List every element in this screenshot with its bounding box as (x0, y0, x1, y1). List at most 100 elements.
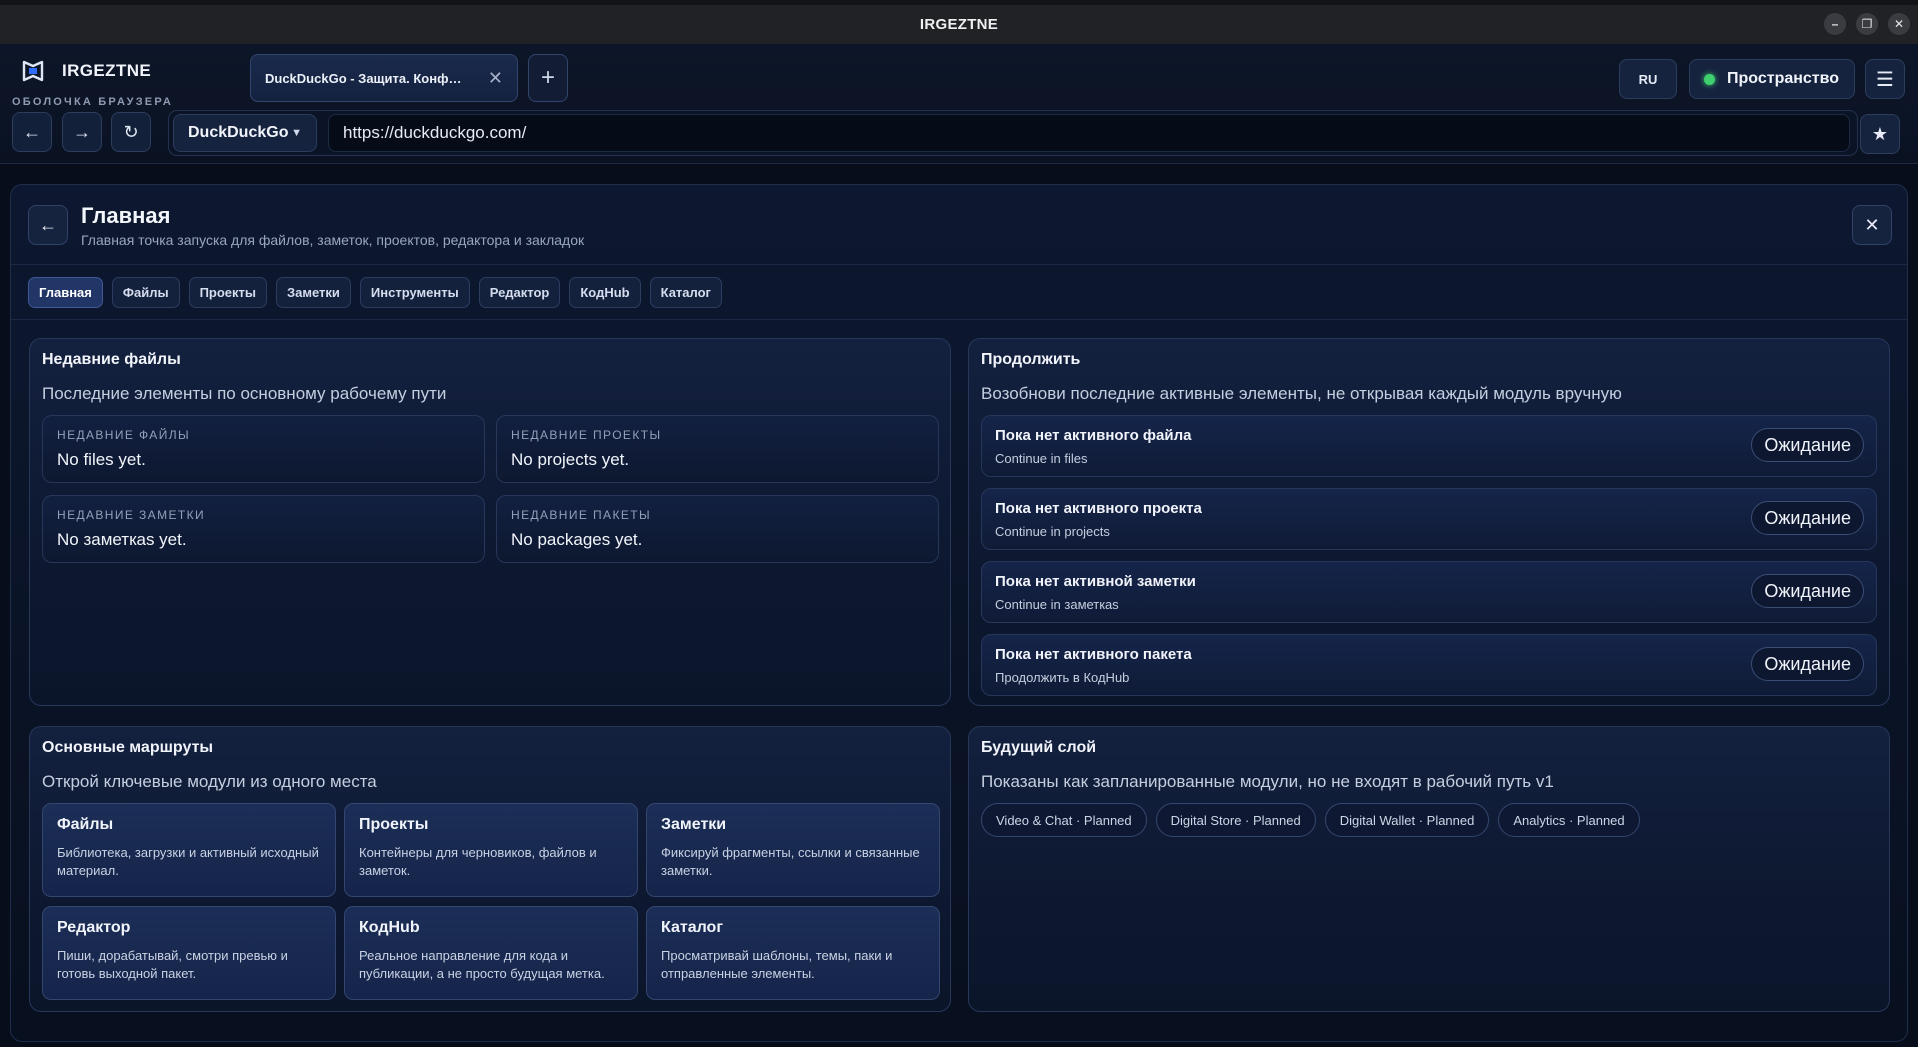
status-badge: Ожидание (1751, 501, 1864, 535)
recent-files-tile[interactable]: НЕДАВНИЕ ФАЙЛЫ No files yet. (42, 415, 485, 483)
route-title: КодHub (359, 919, 420, 936)
future-subtitle: Показаны как запланированные модули, но … (981, 772, 1554, 791)
future-title: Будущий слой (981, 739, 1097, 756)
panel-back-button[interactable]: ← (28, 205, 68, 245)
tab-editor[interactable]: Редактор (478, 277, 561, 308)
tab-projects[interactable]: Проекты (188, 277, 267, 308)
route-projects[interactable]: Проекты Контейнеры для черновиков, файло… (344, 803, 638, 897)
workspace-button[interactable]: Пространство (1689, 59, 1855, 99)
continue-item-sub: Продолжить в КодHub (995, 670, 1130, 685)
continue-item-title: Пока нет активного файла (995, 427, 1192, 444)
brand: IRGEZTNE (20, 58, 151, 84)
continue-item-title: Пока нет активного пакета (995, 646, 1192, 663)
recent-notes-tile[interactable]: НЕДАВНИЕ ЗАМЕТКИ No заметкas yet. (42, 495, 485, 563)
language-button[interactable]: RU (1619, 59, 1677, 99)
recent-packages-tile[interactable]: НЕДАВНИЕ ПАКЕТЫ No packages yet. (496, 495, 939, 563)
continue-item-title: Пока нет активной заметки (995, 573, 1196, 590)
panel-header: ← Главная Главная точка запуска для файл… (11, 185, 1907, 265)
tile-value: No projects yet. (511, 450, 630, 469)
home-panel: ← Главная Главная точка запуска для файл… (10, 184, 1908, 1042)
planned-module-pill[interactable]: Digital Wallet · Planned (1324, 803, 1490, 837)
route-desc: Фиксируй фрагменты, ссылки и связанные з… (661, 845, 920, 878)
continue-item-title: Пока нет активного проекта (995, 500, 1202, 517)
tab-files[interactable]: Файлы (111, 277, 180, 308)
planned-module-pill[interactable]: Digital Store · Planned (1155, 803, 1316, 837)
continue-item-sub: Continue in files (995, 451, 1088, 466)
shell-label: ОБОЛОЧКА БРАУЗЕРА (12, 96, 174, 108)
tab-home[interactable]: Главная (28, 277, 103, 308)
route-catalog[interactable]: Каталог Просматривай шаблоны, темы, паки… (646, 906, 940, 1000)
route-title: Файлы (57, 816, 114, 833)
status-badge: Ожидание (1751, 647, 1864, 681)
close-window-button[interactable]: ✕ (1888, 13, 1910, 35)
tile-label: НЕДАВНИЕ ПРОЕКТЫ (511, 428, 662, 442)
bookmark-star-icon[interactable]: ★ (1860, 114, 1900, 154)
continue-item-sub: Continue in заметкas (995, 597, 1119, 612)
route-codhub[interactable]: КодHub Реальное направление для кода и п… (344, 906, 638, 1000)
hamburger-menu-icon[interactable]: ☰ (1865, 59, 1905, 99)
maximize-button[interactable]: ❐ (1856, 13, 1878, 35)
recent-projects-tile[interactable]: НЕДАВНИЕ ПРОЕКТЫ No projects yet. (496, 415, 939, 483)
reload-button[interactable]: ↻ (111, 112, 151, 152)
panel-close-button[interactable]: ✕ (1852, 205, 1892, 245)
tile-label: НЕДАВНИЕ ПАКЕТЫ (511, 508, 652, 522)
tab-tools[interactable]: Инструменты (359, 277, 470, 308)
back-button[interactable]: ← (12, 112, 52, 152)
recent-files-title: Недавние файлы (42, 351, 181, 368)
routes-subtitle: Открой ключевые модули из одного места (42, 772, 377, 791)
search-engine-select[interactable]: DuckDuckGo ▼ (173, 114, 317, 152)
future-layer-card: Будущий слой Показаны как запланированны… (968, 726, 1890, 1012)
online-status-icon (1704, 73, 1715, 85)
chevron-down-icon: ▼ (291, 127, 302, 139)
tab-label: DuckDuckGo - Защита. Конф… (265, 70, 462, 86)
tab-close-icon[interactable]: ✕ (488, 68, 503, 89)
window-title: IRGEZTNE (919, 16, 999, 33)
continue-item-sub: Continue in projects (995, 524, 1110, 539)
tab-notes[interactable]: Заметки (276, 277, 351, 308)
route-title: Проекты (359, 816, 429, 833)
main-routes-card: Основные маршруты Открой ключевые модули… (29, 726, 951, 1012)
status-badge: Ожидание (1751, 428, 1864, 462)
search-engine-label: DuckDuckGo (188, 124, 289, 141)
route-files[interactable]: Файлы Библиотека, загрузки и активный ис… (42, 803, 336, 897)
route-title: Заметки (661, 816, 727, 833)
recent-files-card: Недавние файлы Последние элементы по осн… (29, 338, 951, 706)
brand-name: IRGEZTNE (62, 61, 152, 80)
forward-button[interactable]: → (62, 112, 102, 152)
browser-chrome: IRGEZTNE ОБОЛОЧКА БРАУЗЕРА DuckDuckGo - … (0, 44, 1918, 164)
continue-item-project[interactable]: Пока нет активного проекта Continue in p… (981, 488, 1877, 550)
tab-codhub[interactable]: КодHub (569, 277, 641, 308)
route-desc: Просматривай шаблоны, темы, паки и отпра… (661, 948, 893, 981)
minimize-button[interactable]: – (1824, 13, 1846, 35)
recent-files-subtitle: Последние элементы по основному рабочему… (42, 384, 447, 403)
route-desc: Библиотека, загрузки и активный исходный… (57, 845, 319, 878)
continue-item-package[interactable]: Пока нет активного пакета Продолжить в К… (981, 634, 1877, 696)
page-subtitle: Главная точка запуска для файлов, замето… (81, 232, 585, 248)
window-controls: – ❐ ✕ (1824, 13, 1910, 35)
status-badge: Ожидание (1751, 574, 1864, 608)
tile-value: No files yet. (57, 450, 146, 469)
new-tab-button[interactable]: + (528, 54, 568, 102)
route-editor[interactable]: Редактор Пиши, дорабатывай, смотри превь… (42, 906, 336, 1000)
route-desc: Реальное направление для кода и публикац… (359, 948, 605, 981)
tab-catalog[interactable]: Каталог (649, 277, 722, 308)
continue-item-note[interactable]: Пока нет активной заметки Continue in за… (981, 561, 1877, 623)
tile-value: No packages yet. (511, 530, 643, 549)
tile-label: НЕДАВНИЕ ЗАМЕТКИ (57, 508, 206, 522)
continue-title: Продолжить (981, 351, 1081, 368)
planned-module-pill[interactable]: Analytics · Planned (1498, 803, 1640, 837)
route-desc: Пиши, дорабатывай, смотри превью и готов… (57, 948, 288, 981)
continue-card: Продолжить Возобнови последние активные … (968, 338, 1890, 706)
continue-item-file[interactable]: Пока нет активного файла Continue in fil… (981, 415, 1877, 477)
route-notes[interactable]: Заметки Фиксируй фрагменты, ссылки и свя… (646, 803, 940, 897)
workspace-label: Пространство (1727, 70, 1840, 87)
window-titlebar: IRGEZTNE – ❐ ✕ (0, 0, 1918, 44)
route-title: Редактор (57, 919, 131, 936)
browser-tab[interactable]: DuckDuckGo - Защита. Конф… ✕ (250, 54, 518, 102)
address-input[interactable]: https://duckduckgo.com/ (328, 114, 1850, 152)
route-desc: Контейнеры для черновиков, файлов и заме… (359, 845, 597, 878)
continue-subtitle: Возобнови последние активные элементы, н… (981, 384, 1622, 403)
module-tabs: Главная Файлы Проекты Заметки Инструмент… (28, 277, 722, 308)
routes-title: Основные маршруты (42, 739, 214, 756)
planned-module-pill[interactable]: Video & Chat · Planned (981, 803, 1147, 837)
